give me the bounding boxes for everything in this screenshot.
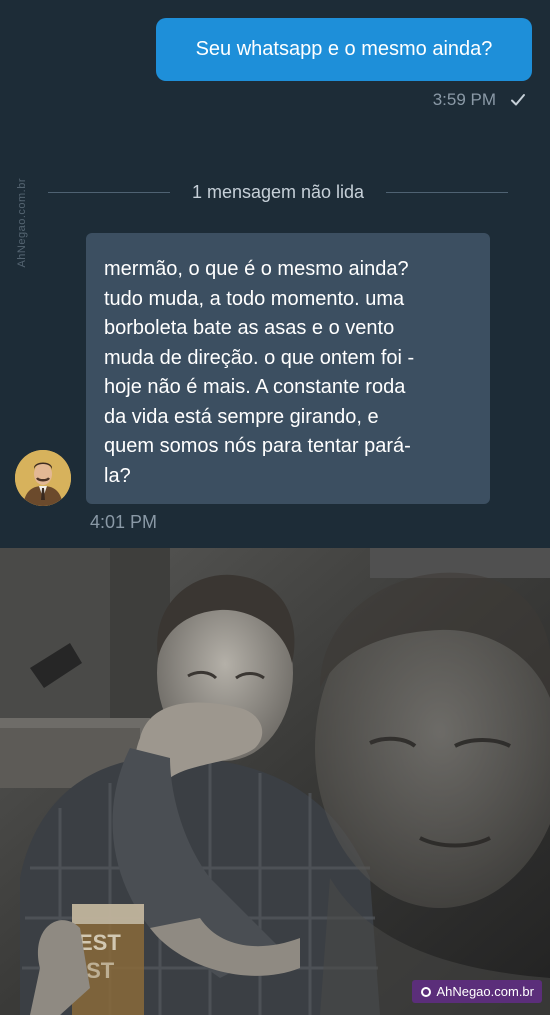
message-line: da vida está sempre girando, e [104, 405, 379, 428]
meme-photo: EST IST AhNegao.com.br [0, 548, 550, 1015]
avatar-portrait-icon [15, 450, 71, 506]
message-line: muda de direção. o que ontem foi - [104, 346, 415, 369]
outgoing-message-bubble[interactable]: Seu whatsapp e o mesmo ainda? [156, 18, 532, 81]
message-line: mermão, o que é o mesmo ainda? [104, 258, 409, 280]
message-line: tudo muda, a todo momento. uma [104, 287, 405, 310]
crying-man-photo: EST IST [0, 548, 550, 1015]
message-line: la? [104, 464, 131, 487]
sent-check-icon [510, 92, 526, 108]
chat-screen: Seu whatsapp e o mesmo ainda? 3:59 PM 1 … [0, 0, 550, 548]
message-line: quem somos nós para tentar pará- [104, 435, 411, 457]
glass-label-top: EST [78, 930, 121, 955]
incoming-message-bubble[interactable]: mermão, o que é o mesmo ainda? tudo muda… [86, 233, 490, 504]
divider-line-left [48, 192, 170, 193]
brand-label: AhNegao.com.br [436, 984, 534, 999]
sender-avatar[interactable] [15, 450, 71, 506]
unread-divider: 1 mensagem não lida [48, 182, 509, 203]
incoming-message-time: 4:01 PM [90, 512, 158, 532]
divider-line-right [386, 192, 509, 193]
message-line: hoje não é mais. A constante roda [104, 376, 406, 398]
outgoing-message-time: 3:59 PM [432, 90, 496, 109]
message-line: borboleta bate as asas e o vento [104, 317, 395, 339]
unread-divider-label: 1 mensagem não lida [191, 182, 365, 202]
brand-logo-icon [420, 986, 432, 998]
side-watermark: AhNegao.com.br [16, 178, 28, 268]
outgoing-message-meta: 3:59 PM [433, 90, 526, 110]
brand-badge[interactable]: AhNegao.com.br [412, 980, 542, 1003]
